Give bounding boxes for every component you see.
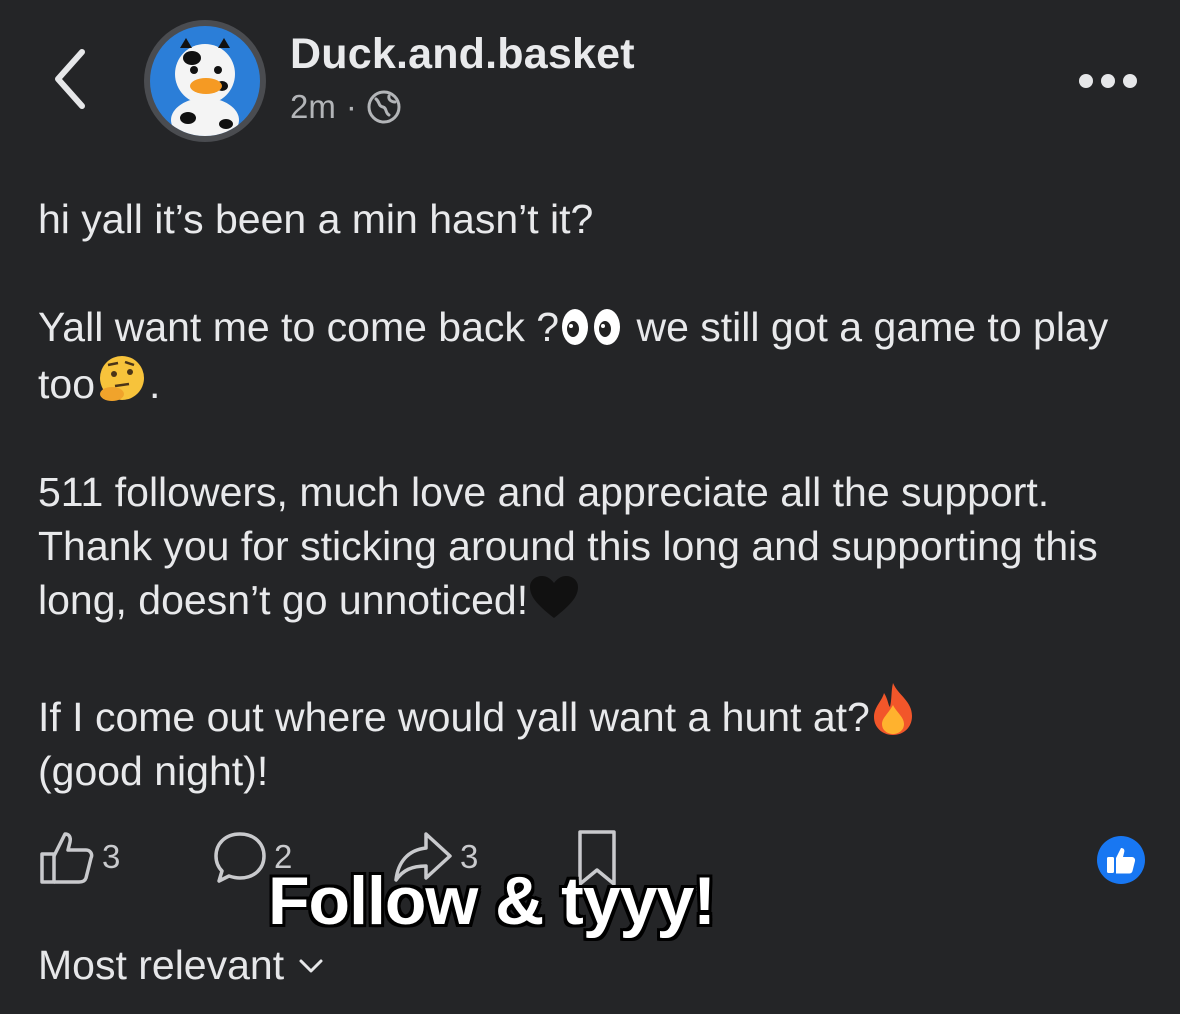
like-count: 3 [102, 838, 121, 875]
like-button[interactable]: 3 [38, 828, 120, 886]
post-text: hi yall it’s been a min hasn’t it? Yall … [38, 192, 1148, 798]
author-name[interactable]: Duck.and.basket [290, 30, 635, 79]
post-time: 2m [290, 88, 336, 125]
post-line: If I come out where would yall want a hu… [38, 681, 1148, 744]
post-line: hi yall it’s been a min hasn’t it? [38, 196, 594, 242]
post-line: Yall want me to come back ? we still got… [38, 304, 1109, 407]
fire-emoji-icon [873, 683, 912, 735]
comment-bubble-icon [214, 832, 266, 883]
chevron-down-icon [299, 959, 323, 972]
avatar[interactable] [144, 20, 266, 142]
globe-icon [367, 90, 401, 124]
like-reaction-badge[interactable] [1097, 836, 1145, 884]
eyes-emoji-icon [562, 309, 621, 345]
post-header: Duck.and.basket 2m · [0, 0, 1180, 150]
comment-sort-dropdown[interactable]: Most relevant [38, 942, 324, 989]
post-line: 511 followers, much love and appreciate … [38, 469, 1098, 623]
post-line: (good night)! [38, 748, 269, 794]
post-meta: 2m · [290, 88, 401, 126]
sort-label: Most relevant [38, 942, 285, 988]
thumbs-up-icon [40, 832, 94, 884]
thumbs-up-filled-icon [1107, 848, 1136, 874]
black-heart-emoji-icon [530, 576, 579, 618]
chevron-left-icon[interactable] [46, 44, 98, 114]
duck-avatar-image [150, 26, 260, 136]
meta-separator: · [345, 88, 357, 125]
more-horizontal-icon[interactable] [1076, 70, 1140, 92]
video-caption-overlay: Follow & tyyy! [268, 863, 716, 939]
thinking-face-emoji-icon [100, 356, 144, 401]
